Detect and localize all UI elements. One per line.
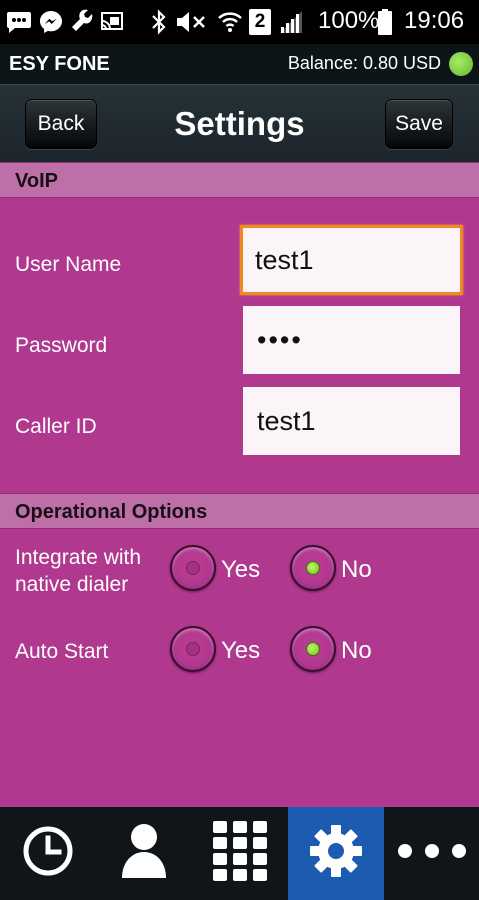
- auto-start-label: Auto Start: [15, 640, 109, 663]
- messenger-icon: [38, 9, 64, 35]
- auto-start-no-label[interactable]: No: [341, 637, 372, 665]
- nav-settings[interactable]: [288, 807, 384, 900]
- wifi-icon: [217, 9, 243, 35]
- bottom-nav: [0, 807, 479, 900]
- sim-slot-label: 2: [254, 11, 266, 32]
- caller-id-label: Caller ID: [15, 415, 97, 438]
- title-bar: Back Settings Save: [0, 84, 479, 162]
- app-bar: ESY FONE Balance: 0.80 USD: [0, 44, 479, 84]
- status-time: 19:06: [404, 7, 465, 34]
- settings-icon: [308, 823, 364, 884]
- cast-icon: [100, 9, 124, 35]
- nav-more[interactable]: [384, 807, 479, 900]
- radio-dot: [186, 561, 200, 575]
- message-icon: [6, 9, 32, 35]
- options-section-header: Operational Options: [0, 493, 479, 529]
- user-name-input[interactable]: test1: [240, 225, 463, 295]
- app-name: ESY FONE: [9, 53, 110, 75]
- wrench-icon: [70, 9, 96, 35]
- online-status-indicator: [449, 52, 473, 76]
- integrate-dialer-label-line2: native dialer: [15, 573, 129, 596]
- voip-section-title: VoIP: [15, 170, 58, 192]
- nav-dialpad[interactable]: [192, 807, 288, 900]
- nav-history[interactable]: [0, 807, 96, 900]
- password-label: Password: [15, 334, 108, 357]
- battery-icon: [377, 9, 393, 35]
- integrate-no-radio[interactable]: [290, 545, 336, 591]
- dialpad-icon: [212, 820, 268, 887]
- integrate-dialer-label: Integrate with native dialer: [15, 544, 141, 598]
- auto-start-yes-radio[interactable]: [170, 626, 216, 672]
- contacts-icon: [120, 822, 168, 885]
- user-name-label: User Name: [15, 253, 122, 276]
- auto-start-yes-label[interactable]: Yes: [221, 637, 260, 665]
- battery-percentage: 100%: [318, 7, 380, 34]
- more-icon: [397, 843, 467, 864]
- options-section-title: Operational Options: [15, 501, 208, 523]
- save-button[interactable]: Save: [385, 99, 453, 149]
- radio-dot: [306, 561, 320, 575]
- bluetooth-icon: [150, 9, 168, 35]
- sim-icon: 2: [249, 9, 271, 35]
- balance-text: Balance: 0.80 USD: [287, 53, 441, 73]
- signal-icon: [278, 9, 304, 35]
- auto-start-no-radio[interactable]: [290, 626, 336, 672]
- integrate-yes-radio[interactable]: [170, 545, 216, 591]
- nav-contacts[interactable]: [96, 807, 192, 900]
- settings-content: VoIP User Name test1 Password •••• Calle…: [0, 162, 479, 807]
- integrate-yes-label[interactable]: Yes: [221, 556, 260, 584]
- integrate-no-label[interactable]: No: [341, 556, 372, 584]
- password-input[interactable]: ••••: [243, 306, 460, 374]
- status-bar: 2 100% 19:06: [0, 0, 479, 44]
- integrate-dialer-label-line1: Integrate with: [15, 546, 142, 569]
- history-icon: [22, 825, 74, 882]
- radio-dot: [306, 642, 320, 656]
- voip-section-header: VoIP: [0, 162, 479, 198]
- mute-icon: [175, 9, 207, 35]
- radio-dot: [186, 642, 200, 656]
- caller-id-input[interactable]: test1: [243, 387, 460, 455]
